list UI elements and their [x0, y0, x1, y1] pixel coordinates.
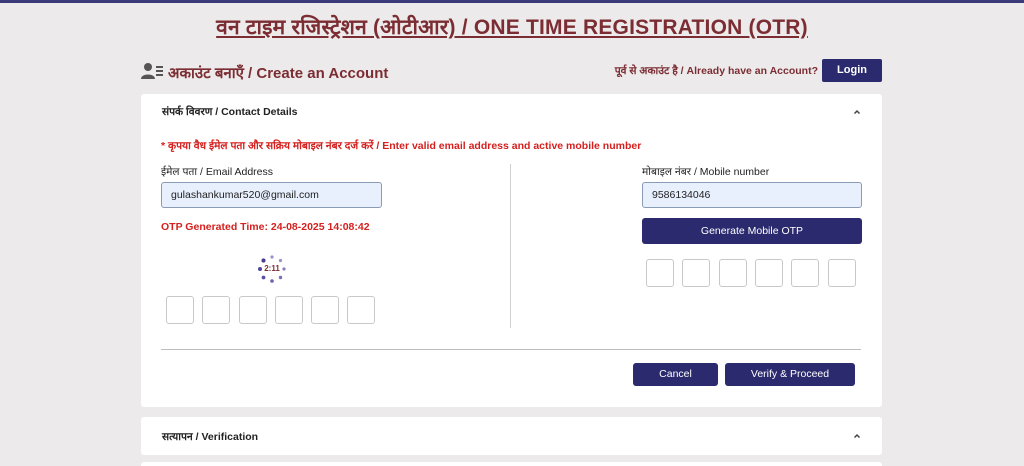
email-otp-digit-6[interactable]: [347, 296, 375, 324]
top-accent-strip: [0, 0, 1024, 3]
mobile-field[interactable]: 9586134046: [642, 182, 862, 208]
already-have-account-text: पूर्व से अकाउंट है / Already have an Acc…: [614, 65, 818, 77]
contact-details-title: संपर्क विवरण / Contact Details: [162, 106, 298, 118]
mobile-otp-digit-4[interactable]: [755, 259, 783, 287]
user-add-icon: [141, 63, 163, 79]
mobile-otp-digit-6[interactable]: [828, 259, 856, 287]
chevron-up-icon[interactable]: [853, 432, 861, 440]
section-divider: [161, 349, 861, 350]
generate-mobile-otp-button[interactable]: Generate Mobile OTP: [642, 218, 862, 244]
email-otp-digit-1[interactable]: [166, 296, 194, 324]
contact-notice: * कृपया वैध ईमेल पता और सक्रिय मोबाइल नं…: [161, 140, 642, 152]
otp-generated-time: OTP Generated Time: 24-08-2025 14:08:42: [161, 221, 370, 233]
timer-text: 2:11: [264, 264, 280, 273]
next-section-card: [141, 462, 882, 466]
mobile-otp-digit-3[interactable]: [719, 259, 747, 287]
column-divider: [510, 164, 511, 328]
mobile-otp-digit-2[interactable]: [682, 259, 710, 287]
verification-title: सत्यापन / Verification: [162, 431, 259, 443]
create-account-heading: अकाउंट बनाएँ / Create an Account: [168, 65, 389, 82]
mobile-otp-digit-5[interactable]: [791, 259, 819, 287]
email-otp-digit-5[interactable]: [311, 296, 339, 324]
mobile-label: मोबाइल नंबर / Mobile number: [642, 166, 770, 178]
verification-card[interactable]: सत्यापन / Verification: [141, 417, 882, 455]
mobile-otp-digit-1[interactable]: [646, 259, 674, 287]
cancel-button[interactable]: Cancel: [633, 363, 718, 386]
otp-timer: 2:11: [257, 254, 287, 284]
email-label: ईमेल पता / Email Address: [161, 166, 274, 178]
email-otp-digit-3[interactable]: [239, 296, 267, 324]
chevron-up-icon[interactable]: [853, 108, 861, 116]
account-header-row: अकाउंट बनाएँ / Create an Account पूर्व स…: [141, 58, 882, 86]
page-title: वन टाइम रजिस्ट्रेशन (ओटीआर) / ONE TIME R…: [216, 16, 808, 39]
email-otp-digit-4[interactable]: [275, 296, 303, 324]
email-otp-digit-2[interactable]: [202, 296, 230, 324]
verify-proceed-button[interactable]: Verify & Proceed: [725, 363, 855, 386]
contact-details-card: संपर्क विवरण / Contact Details * कृपया व…: [141, 94, 882, 407]
login-button[interactable]: Login: [822, 59, 882, 82]
email-field[interactable]: gulashankumar520@gmail.com: [161, 182, 382, 208]
